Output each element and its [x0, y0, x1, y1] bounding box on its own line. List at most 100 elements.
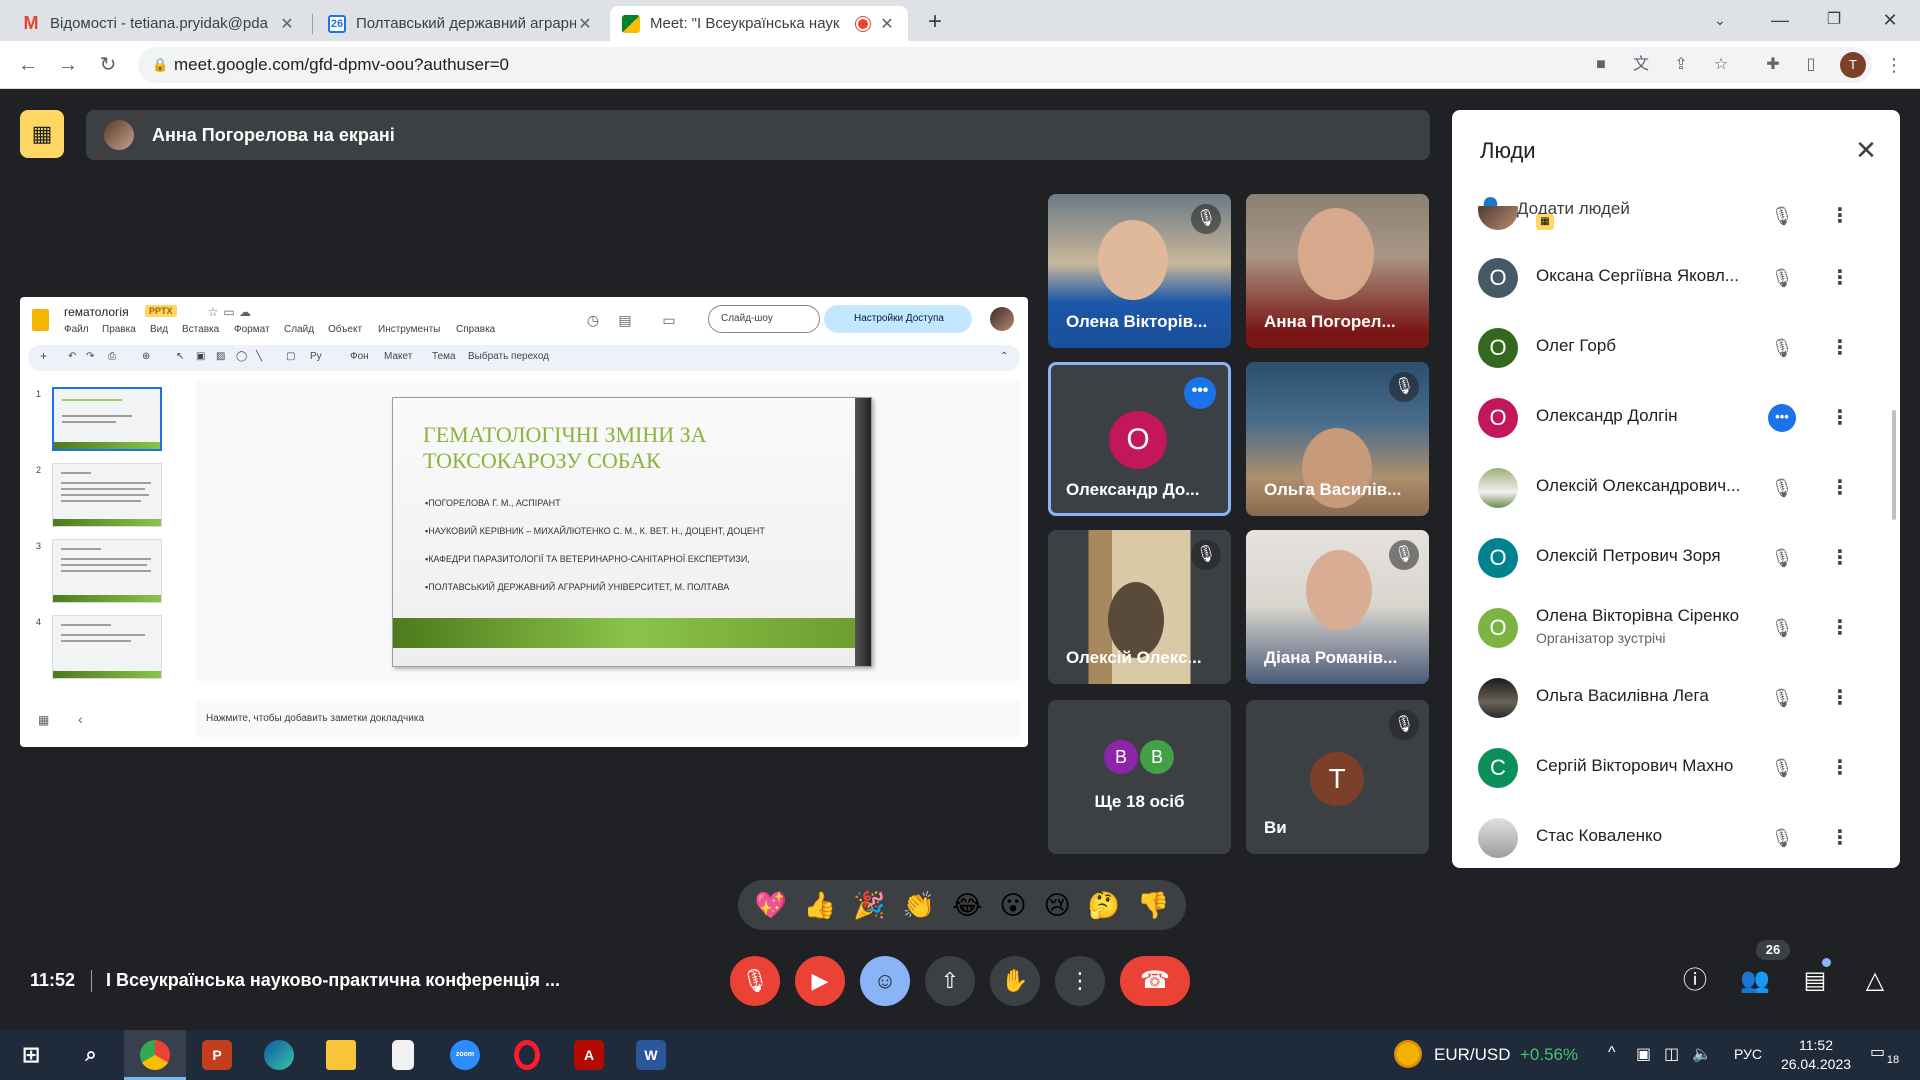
mic-off-icon[interactable]: 🎙 — [1768, 334, 1796, 362]
more-vert-icon[interactable]: ⋮ — [1884, 51, 1904, 79]
volume-icon[interactable]: 🔈 — [1692, 1044, 1712, 1064]
participant-row[interactable]: Стас Коваленко 🎙 ⋮ — [1452, 802, 1900, 868]
chat-icon[interactable]: ▤ — [1798, 964, 1832, 998]
meeting-details-icon[interactable]: ⓘ — [1678, 964, 1712, 998]
taskbar-powerpoint[interactable]: P — [186, 1030, 248, 1080]
participant-tile[interactable]: 🎙 Олена Вікторів... — [1048, 194, 1231, 348]
search-button[interactable]: ⌕ — [60, 1030, 122, 1080]
participant-row[interactable]: О Олена Вікторівна Сіренко Організатор з… — [1452, 592, 1900, 662]
window-close-button[interactable]: ✕ — [1860, 0, 1920, 40]
mic-off-icon[interactable]: 🎙 — [1768, 824, 1796, 852]
taskbar-acrobat[interactable]: A — [558, 1030, 620, 1080]
mic-off-icon[interactable]: 🎙 — [1768, 264, 1796, 292]
people-scrollbar[interactable] — [1892, 410, 1896, 520]
participant-row[interactable]: О Олег Горб 🎙 ⋮ — [1452, 312, 1900, 382]
currency-coins-icon[interactable] — [1394, 1040, 1422, 1068]
mic-toggle-button[interactable]: 🎙 — [730, 956, 780, 1006]
reaction-party-popper-icon[interactable]: 🎉 — [853, 890, 885, 921]
start-button[interactable]: ⊞ — [0, 1030, 62, 1080]
mic-off-icon[interactable]: 🎙 — [1768, 206, 1796, 230]
tab-gmail[interactable]: M Відомості - tetiana.pryidak@pda ✕ — [10, 6, 308, 41]
more-options-icon[interactable]: ⋮ — [1830, 404, 1850, 432]
tab-search-icon[interactable]: ⌄ — [1690, 0, 1750, 40]
taskbar-opera[interactable] — [496, 1030, 558, 1080]
mic-off-icon[interactable]: 🎙 — [1768, 754, 1796, 782]
shared-screen[interactable]: гематологія PPTX ☆ ▭ ☁ Файл Правка Вид В… — [20, 297, 1028, 747]
tab-meet[interactable]: Meet: "І Всеукраїнська наук ✕ — [610, 6, 908, 41]
reactions-button[interactable]: ☺ — [860, 956, 910, 1006]
new-tab-button[interactable]: + — [920, 8, 950, 38]
more-options-icon[interactable]: ⋮ — [1830, 544, 1850, 572]
camera-in-use-icon[interactable]: ■ — [1590, 54, 1612, 76]
participant-row[interactable]: С Сергій Вікторович Махно 🎙 ⋮ — [1452, 732, 1900, 802]
close-icon[interactable]: ✕ — [576, 14, 594, 34]
clock[interactable]: 11:52 26.04.2023 — [1776, 1036, 1856, 1074]
bookmark-star-icon[interactable]: ☆ — [1710, 54, 1732, 76]
reaction-thumbs-down-icon[interactable]: 👎 — [1137, 890, 1169, 921]
more-options-icon[interactable]: ⋮ — [1830, 754, 1850, 782]
extensions-icon[interactable]: ✚ — [1762, 54, 1784, 76]
ticker-label[interactable]: EUR/USD — [1434, 1045, 1511, 1065]
reaction-clap-icon[interactable]: 👏 — [903, 890, 935, 921]
translate-icon[interactable]: 文 — [1630, 54, 1652, 76]
more-options-icon[interactable]: ⋮ — [1830, 334, 1850, 362]
mic-off-icon[interactable]: 🎙 — [1768, 474, 1796, 502]
more-options-button[interactable]: ⋮ — [1055, 956, 1105, 1006]
leave-call-button[interactable]: ☎ — [1120, 956, 1190, 1006]
participant-row[interactable]: О Оксана Сергіївна Яковл... 🎙 ⋮ — [1452, 242, 1900, 312]
present-now-button[interactable]: ⇧ — [925, 956, 975, 1006]
close-icon[interactable]: ✕ — [278, 14, 296, 34]
participant-row[interactable]: Ольга Василівна Лега 🎙 ⋮ — [1452, 662, 1900, 732]
participant-row[interactable]: О Олексій Петрович Зоря 🎙 ⋮ — [1452, 522, 1900, 592]
more-options-icon[interactable]: ⋮ — [1830, 206, 1850, 230]
participant-row[interactable]: О Олександр Долгін ••• ⋮ — [1452, 382, 1900, 452]
more-options-icon[interactable]: ⋮ — [1830, 684, 1850, 712]
mic-off-icon[interactable]: 🎙 — [1768, 544, 1796, 572]
participant-tile[interactable]: 🎙 Ольга Василів... — [1246, 362, 1429, 516]
forward-button[interactable]: → — [52, 49, 84, 81]
reaction-cry-icon[interactable]: 😢 — [1044, 890, 1071, 921]
participant-row[interactable]: ▦ 🎙 ⋮ — [1452, 206, 1900, 242]
participant-tile[interactable]: ••• О Олександр До... — [1048, 362, 1231, 516]
share-icon[interactable]: ⇪ — [1670, 54, 1692, 76]
chevron-up-icon[interactable]: ^ — [1608, 1044, 1616, 1062]
restore-button[interactable]: ❐ — [1804, 0, 1864, 40]
raise-hand-button[interactable]: ✋ — [990, 956, 1040, 1006]
people-icon[interactable]: 👥 — [1738, 964, 1772, 998]
more-options-icon[interactable]: ⋮ — [1830, 264, 1850, 292]
participant-tile[interactable]: Анна Погорел... — [1246, 194, 1429, 348]
taskbar-notepad[interactable] — [372, 1030, 434, 1080]
camera-tray-icon[interactable]: ▣ — [1636, 1044, 1651, 1064]
reaction-thumbs-up-icon[interactable]: 👍 — [804, 890, 836, 921]
tab-calendar[interactable]: 26 Полтавський державний аграрн ✕ — [316, 6, 606, 41]
taskbar-word[interactable]: W — [620, 1030, 682, 1080]
camera-toggle-button[interactable]: ▶ — [795, 956, 845, 1006]
mic-off-icon[interactable]: 🎙 — [1768, 684, 1796, 712]
self-tile[interactable]: 🎙 Т Ви — [1246, 700, 1429, 854]
minimize-button[interactable]: — — [1750, 0, 1810, 40]
notification-icon[interactable]: ▭ 18 — [1870, 1042, 1902, 1068]
taskbar-explorer[interactable] — [310, 1030, 372, 1080]
more-options-icon[interactable]: ⋮ — [1830, 614, 1850, 642]
taskbar-chrome[interactable] — [124, 1030, 186, 1080]
close-icon[interactable]: ✕ — [878, 14, 896, 34]
mic-off-icon[interactable]: 🎙 — [1768, 614, 1796, 642]
reaction-sparkling-heart-icon[interactable]: 💖 — [755, 890, 787, 921]
reaction-thinking-icon[interactable]: 🤔 — [1088, 890, 1120, 921]
more-options-icon[interactable]: ⋮ — [1830, 474, 1850, 502]
reload-button[interactable]: ↻ — [92, 49, 124, 81]
reaction-laugh-icon[interactable]: 😂 — [952, 890, 982, 921]
reaction-surprised-icon[interactable]: 😮 — [999, 890, 1026, 921]
profile-avatar[interactable]: T — [1840, 52, 1866, 78]
taskbar-zoom[interactable]: zoom — [434, 1030, 496, 1080]
network-icon[interactable]: ◫ — [1664, 1044, 1679, 1064]
participant-row[interactable]: Олексій Олександрович... 🎙 ⋮ — [1452, 452, 1900, 522]
participant-tile[interactable]: 🎙 Олексій Олекс... — [1048, 530, 1231, 684]
side-panel-icon[interactable]: ▯ — [1800, 54, 1822, 76]
input-language[interactable]: РУС — [1734, 1046, 1762, 1062]
more-options-icon[interactable]: ⋮ — [1830, 824, 1850, 852]
back-button[interactable]: ← — [12, 49, 44, 81]
activities-icon[interactable]: △ — [1858, 964, 1892, 998]
taskbar-edge[interactable] — [248, 1030, 310, 1080]
close-panel-button[interactable]: ✕ — [1848, 132, 1884, 168]
